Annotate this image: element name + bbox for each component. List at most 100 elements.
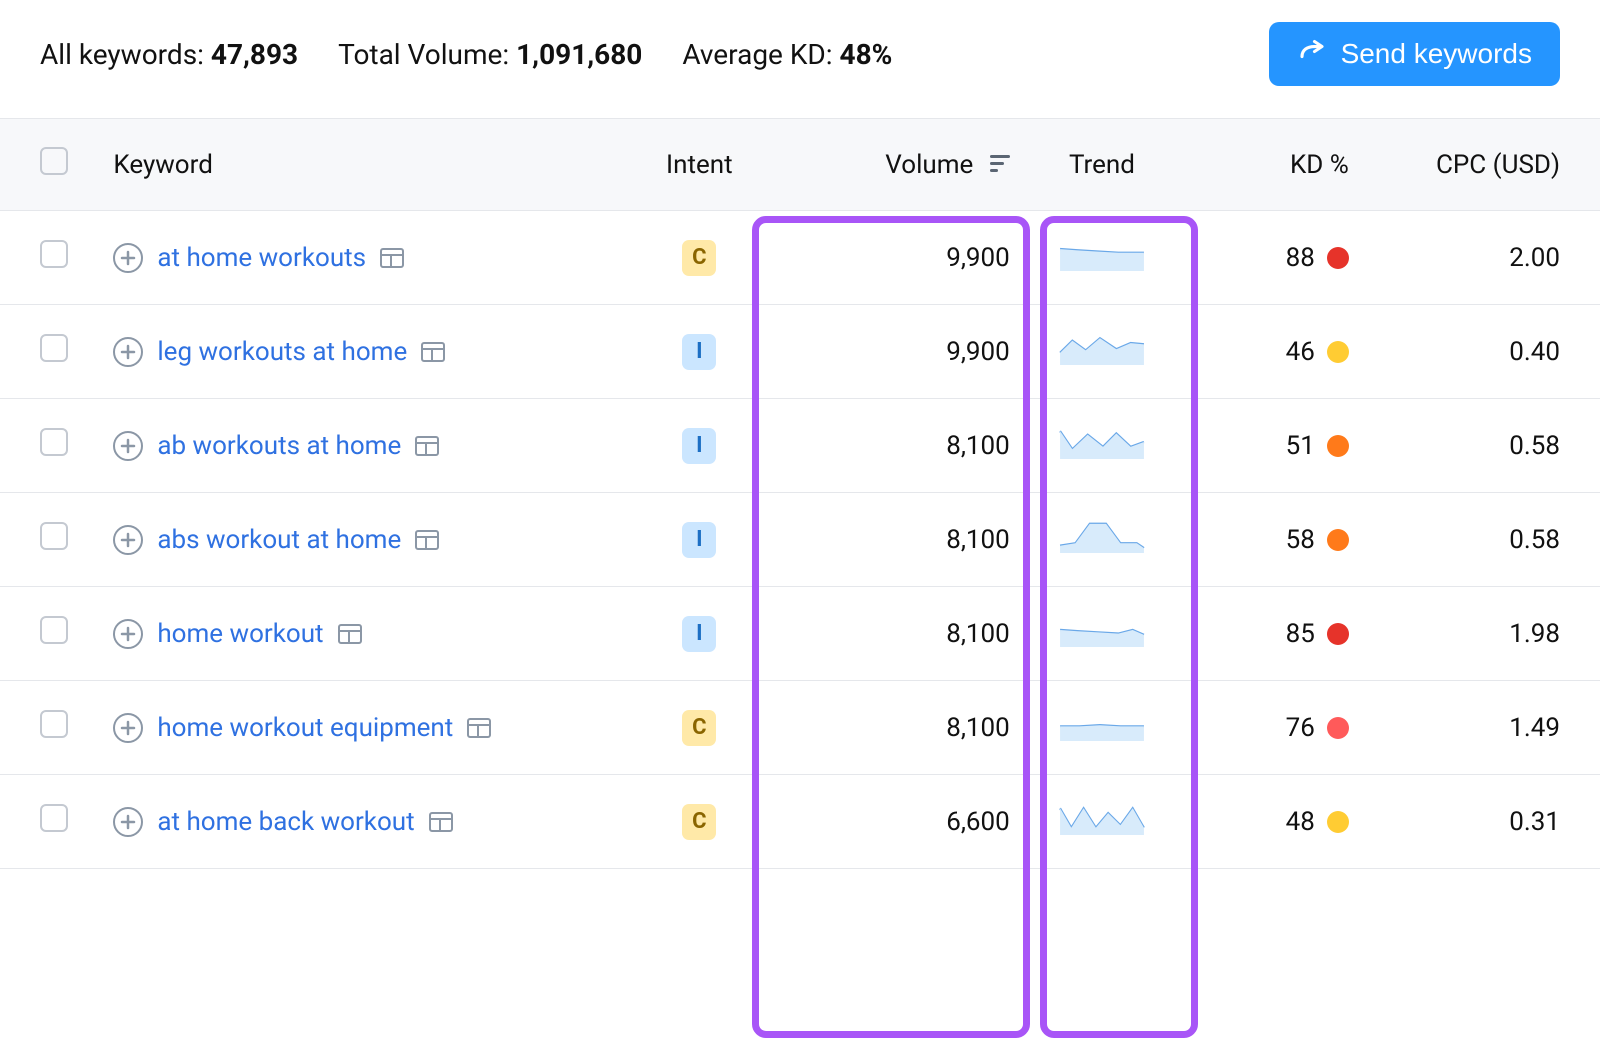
serp-icon[interactable] — [415, 530, 439, 550]
intent-badge[interactable]: C — [682, 710, 716, 746]
trend-sparkline[interactable] — [1057, 801, 1147, 835]
kd-difficulty-dot — [1327, 247, 1349, 269]
expand-button[interactable] — [113, 337, 143, 367]
volume-cell: 8,100 — [763, 681, 1028, 775]
keyword-link[interactable]: ab workouts at home — [157, 431, 401, 461]
intent-badge[interactable]: C — [682, 804, 716, 840]
stat-label: Total Volume: — [338, 38, 516, 71]
serp-icon[interactable] — [338, 624, 362, 644]
serp-icon[interactable] — [415, 436, 439, 456]
expand-button[interactable] — [113, 431, 143, 461]
intent-badge[interactable]: C — [682, 240, 716, 276]
column-header-intent[interactable]: Intent — [636, 119, 763, 211]
table-row: at home back workout C 6,600 48 0.31 — [0, 775, 1600, 869]
table-row: ab workouts at home I 8,100 51 0.58 — [0, 399, 1600, 493]
intent-badge[interactable]: I — [682, 428, 716, 464]
keyword-link[interactable]: abs workout at home — [157, 525, 401, 555]
expand-button[interactable] — [113, 243, 143, 273]
expand-button[interactable] — [113, 619, 143, 649]
column-header-checkbox[interactable] — [0, 119, 95, 211]
sort-desc-icon — [990, 155, 1010, 176]
kd-difficulty-dot — [1327, 623, 1349, 645]
row-checkbox[interactable] — [40, 804, 68, 832]
plus-icon — [120, 626, 136, 642]
serp-icon[interactable] — [380, 248, 404, 268]
summary-bar: All keywords: 47,893 Total Volume: 1,091… — [0, 0, 1600, 118]
arrow-forward-icon — [1297, 39, 1327, 69]
trend-sparkline[interactable] — [1057, 331, 1147, 365]
cpc-cell: 0.40 — [1367, 305, 1600, 399]
cpc-cell: 0.31 — [1367, 775, 1600, 869]
send-keywords-label: Send keywords — [1341, 38, 1532, 70]
keyword-link[interactable]: at home workouts — [157, 243, 366, 273]
volume-cell: 8,100 — [763, 399, 1028, 493]
keyword-link[interactable]: leg workouts at home — [157, 337, 407, 367]
stat-all-keywords: All keywords: 47,893 — [40, 38, 298, 71]
serp-icon[interactable] — [429, 812, 453, 832]
table-row: home workout I 8,100 85 1.98 — [0, 587, 1600, 681]
volume-cell: 9,900 — [763, 211, 1028, 305]
expand-button[interactable] — [113, 713, 143, 743]
expand-button[interactable] — [113, 525, 143, 555]
table-row: abs workout at home I 8,100 58 0.58 — [0, 493, 1600, 587]
stat-value: 1,091,680 — [516, 38, 642, 71]
serp-icon[interactable] — [467, 718, 491, 738]
keyword-link[interactable]: at home back workout — [157, 807, 414, 837]
kd-value: 88 — [1286, 243, 1315, 273]
stat-avg-kd: Average KD: 48% — [682, 38, 892, 71]
table-row: leg workouts at home I 9,900 46 0.40 — [0, 305, 1600, 399]
keyword-link[interactable]: home workout equipment — [157, 713, 453, 743]
kd-value: 48 — [1286, 807, 1315, 837]
volume-cell: 8,100 — [763, 493, 1028, 587]
kd-value: 58 — [1286, 525, 1315, 555]
intent-badge[interactable]: I — [682, 522, 716, 558]
cpc-cell: 1.49 — [1367, 681, 1600, 775]
stat-value: 48% — [840, 38, 893, 71]
serp-icon[interactable] — [421, 342, 445, 362]
kd-difficulty-dot — [1327, 717, 1349, 739]
kd-value: 76 — [1286, 713, 1315, 743]
table-row: at home workouts C 9,900 88 2.00 — [0, 211, 1600, 305]
row-checkbox[interactable] — [40, 334, 68, 362]
kd-difficulty-dot — [1327, 435, 1349, 457]
trend-sparkline[interactable] — [1057, 613, 1147, 647]
kd-difficulty-dot — [1327, 341, 1349, 363]
column-header-kd[interactable]: KD % — [1176, 119, 1367, 211]
volume-cell: 8,100 — [763, 587, 1028, 681]
cpc-cell: 1.98 — [1367, 587, 1600, 681]
expand-button[interactable] — [113, 807, 143, 837]
plus-icon — [120, 814, 136, 830]
row-checkbox[interactable] — [40, 616, 68, 644]
plus-icon — [120, 720, 136, 736]
column-header-trend[interactable]: Trend — [1028, 119, 1176, 211]
stat-label: All keywords: — [40, 38, 211, 71]
intent-badge[interactable]: I — [682, 334, 716, 370]
keyword-link[interactable]: home workout — [157, 619, 323, 649]
select-all-checkbox[interactable] — [40, 147, 68, 175]
plus-icon — [120, 438, 136, 454]
row-checkbox[interactable] — [40, 240, 68, 268]
plus-icon — [120, 250, 136, 266]
send-keywords-button[interactable]: Send keywords — [1269, 22, 1560, 86]
kd-value: 46 — [1286, 337, 1315, 367]
kd-value: 85 — [1286, 619, 1315, 649]
trend-sparkline[interactable] — [1057, 237, 1147, 271]
column-header-volume[interactable]: Volume — [763, 119, 1028, 211]
stat-value: 47,893 — [211, 38, 298, 71]
trend-sparkline[interactable] — [1057, 519, 1147, 553]
keywords-table: Keyword Intent Volume Trend KD % CPC (US… — [0, 118, 1600, 869]
cpc-cell: 0.58 — [1367, 493, 1600, 587]
volume-cell: 6,600 — [763, 775, 1028, 869]
stat-label: Average KD: — [682, 38, 839, 71]
column-header-cpc[interactable]: CPC (USD) — [1367, 119, 1600, 211]
cpc-cell: 2.00 — [1367, 211, 1600, 305]
column-header-keyword[interactable]: Keyword — [95, 119, 635, 211]
trend-sparkline[interactable] — [1057, 707, 1147, 741]
intent-badge[interactable]: I — [682, 616, 716, 652]
row-checkbox[interactable] — [40, 522, 68, 550]
row-checkbox[interactable] — [40, 710, 68, 738]
table-row: home workout equipment C 8,100 76 1.49 — [0, 681, 1600, 775]
kd-value: 51 — [1286, 431, 1315, 461]
row-checkbox[interactable] — [40, 428, 68, 456]
trend-sparkline[interactable] — [1057, 425, 1147, 459]
